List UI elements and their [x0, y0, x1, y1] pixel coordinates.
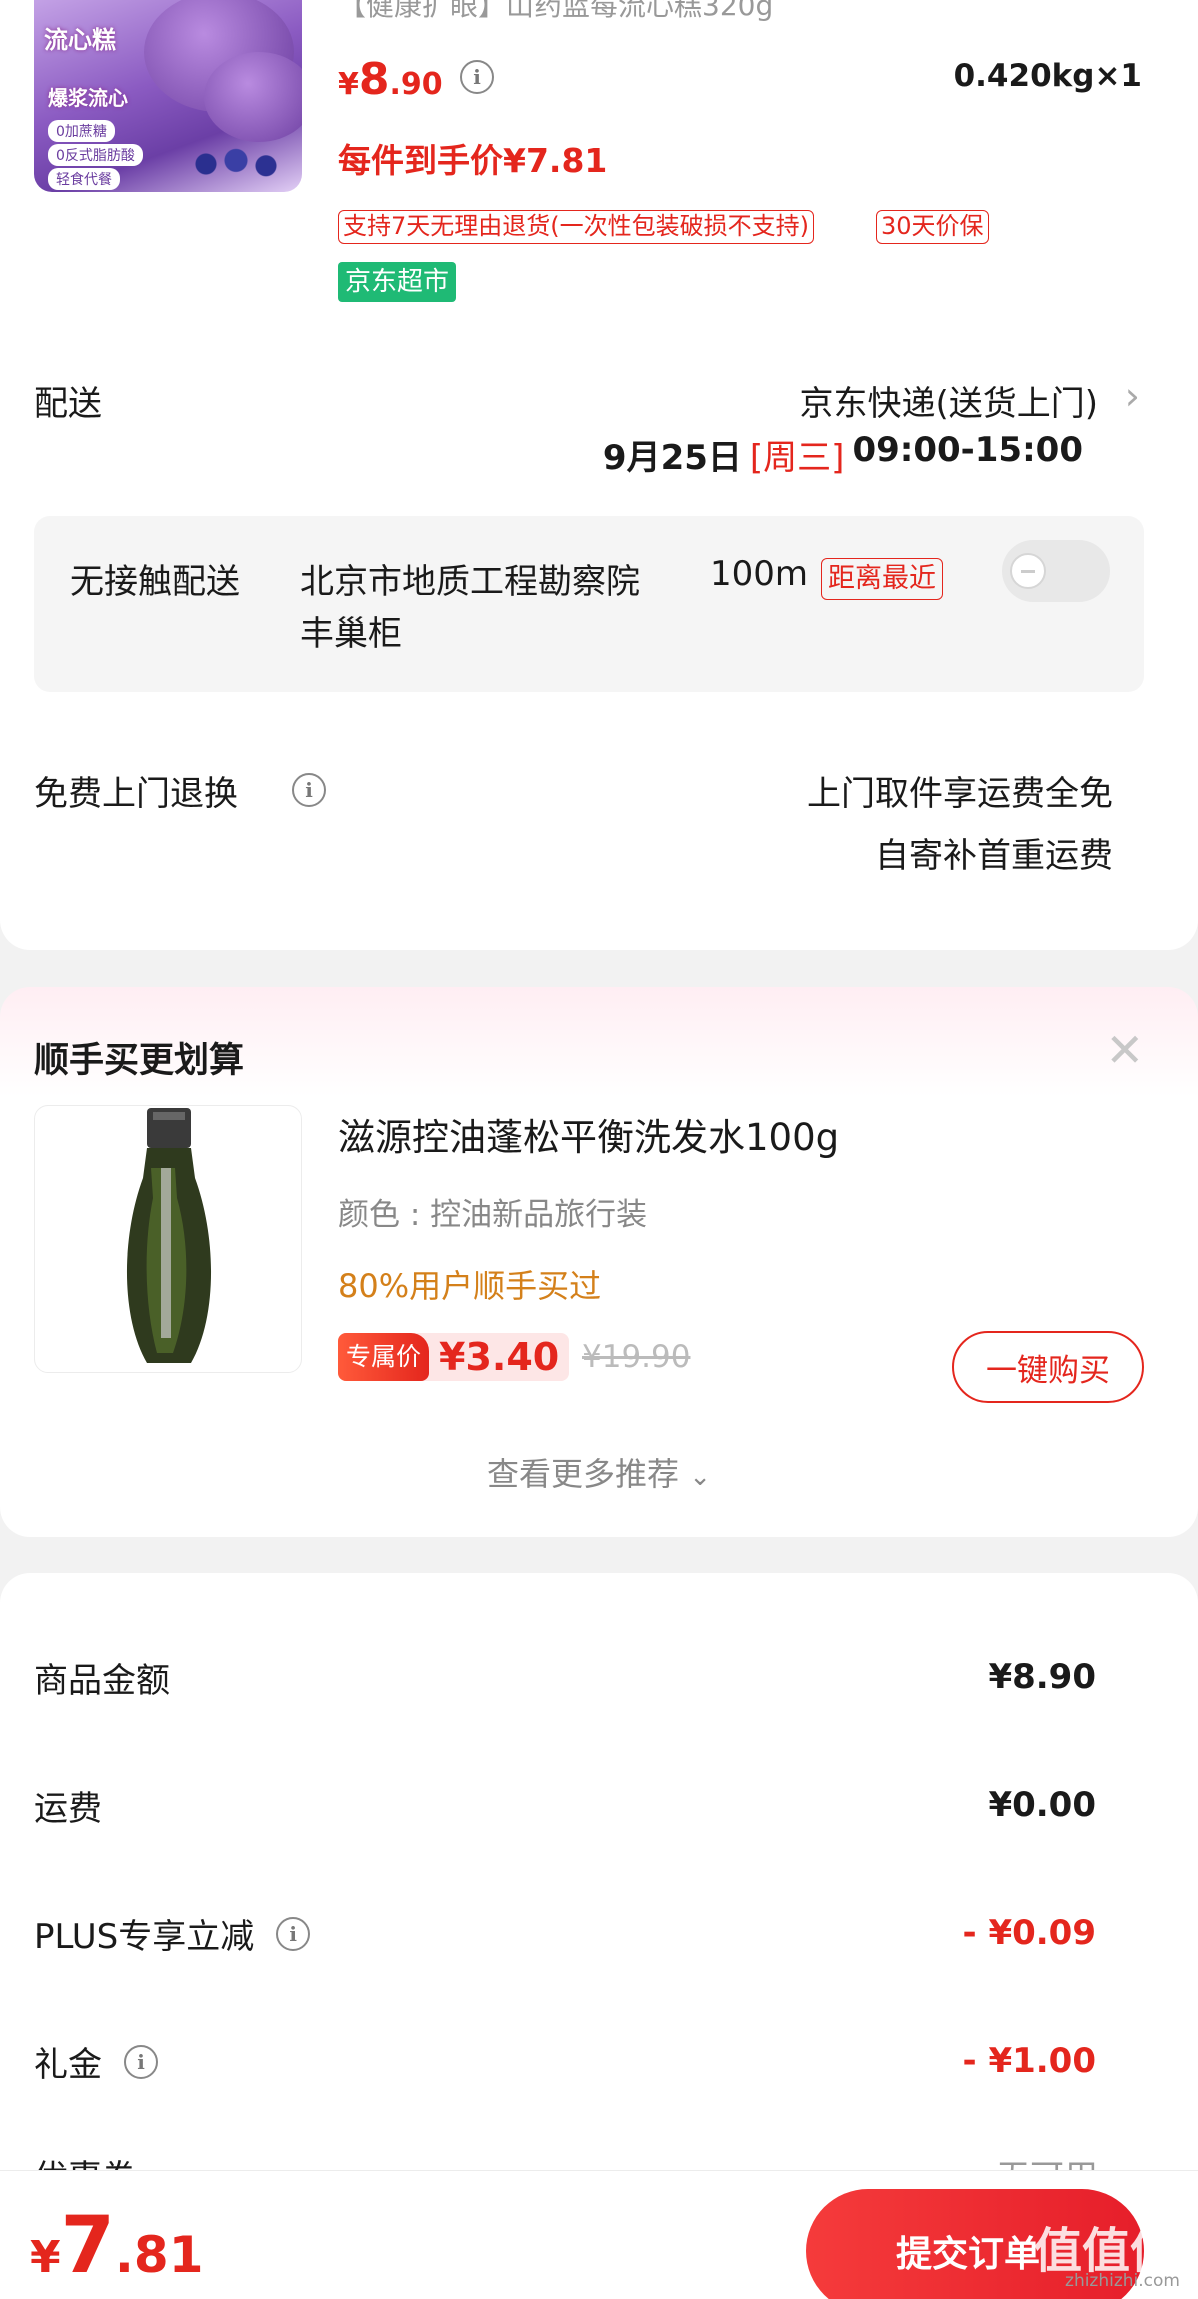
nearest-badge: 距离最近 — [821, 558, 943, 600]
toggle-knob — [1010, 553, 1046, 589]
order-total: ¥ 7 .81 — [30, 2201, 203, 2291]
locker-distance: 100m — [710, 554, 809, 594]
chevron-right-icon[interactable]: › — [1125, 374, 1140, 418]
delivery-weekday: [周三] — [749, 438, 845, 478]
gift-credit-label: 礼金 — [34, 2045, 102, 2085]
image-tag: 轻食代餐 — [48, 168, 120, 190]
contactless-label: 无接触配送 — [70, 562, 240, 602]
checkout-bar: ¥ 7 .81 提交订单 值值值 zhizhizhi.com — [0, 2170, 1198, 2299]
plus-discount-value: - ¥0.09 — [962, 1913, 1097, 1953]
product-title[interactable]: 【健康扩眼】山药蓝莓流心糕320g — [338, 0, 773, 24]
info-icon[interactable]: i — [292, 773, 326, 807]
summary-row-label: 商品金额 — [34, 1653, 170, 1702]
delivery-date: 9月25日 — [602, 438, 742, 478]
see-more-label: 查看更多推荐 — [487, 1455, 680, 1493]
delivery-window: 09:00-15:00 — [852, 430, 1083, 470]
contactless-toggle[interactable] — [1002, 540, 1110, 602]
contactless-delivery-panel: 无接触配送 北京市地质工程勘察院 100m 距离最近 丰巢柜 — [34, 516, 1144, 692]
total-integer: 7 — [60, 2201, 115, 2291]
delivery-time[interactable]: 9月25日 [周三] 09:00-15:00 — [603, 430, 1083, 479]
image-headline: 流心糕 — [44, 26, 116, 54]
delivery-method[interactable]: 京东快递(送货上门) — [799, 376, 1098, 425]
subtotal-label: 商品金额 — [34, 1661, 170, 1701]
addon-color-variant: 颜色 : 控油新品旅行装 — [338, 1197, 648, 1233]
price-protect-badge: 30天价保 — [876, 210, 989, 244]
addon-exclusive-price: 专属价 ¥3.40 — [338, 1333, 570, 1381]
plus-discount-label: PLUS专享立减 — [34, 1917, 255, 1957]
gift-credit-value: - ¥1.00 — [962, 2041, 1097, 2081]
one-click-buy-button[interactable]: 一键购买 — [952, 1331, 1144, 1403]
free-return-label: 免费上门退换 — [34, 774, 238, 814]
addon-social-proof: 80%用户顺手买过 — [338, 1267, 602, 1305]
image-tag: 0加蔗糖 — [48, 120, 115, 142]
delivery-label: 配送 — [34, 384, 102, 424]
product-image[interactable]: 流心糕 爆浆流心 0加蔗糖 0反式脂肪酸 轻食代餐 — [34, 0, 302, 192]
product-weight: 0.420kg×1 — [953, 58, 1142, 94]
image-subheadline: 爆浆流心 — [48, 86, 128, 110]
addon-price: ¥3.40 — [439, 1335, 560, 1379]
total-currency: ¥ — [30, 2232, 61, 2283]
exclusive-price-tag: 专属价 — [338, 1333, 430, 1381]
summary-row-label: 运费 — [34, 1781, 102, 1830]
return-pickup-text: 上门取件享运费全免 — [807, 774, 1113, 814]
store-badge: 京东超市 — [338, 262, 457, 302]
summary-row-label: PLUS专享立减 i — [34, 1909, 311, 1958]
final-price: 每件到手价¥7.81 — [338, 141, 608, 180]
product-price: ¥ 8 .90 — [338, 54, 443, 105]
cake-image — [204, 52, 302, 142]
subtotal-value: ¥8.90 — [988, 1657, 1096, 1697]
price-integer: 8 — [358, 54, 390, 105]
return-policy-badge: 支持7天无理由退货(一次性包装破损不支持) — [338, 210, 814, 244]
shampoo-bottle-image — [126, 1108, 212, 1363]
shipping-label: 运费 — [34, 1789, 102, 1829]
close-icon[interactable]: ✕ — [1105, 1023, 1144, 1077]
watermark-url: zhizhizhi.com — [1065, 2271, 1180, 2291]
addon-product-name[interactable]: 滋源控油蓬松平衡洗发水100g — [338, 1107, 839, 1161]
price-currency: ¥ — [338, 67, 359, 102]
summary-row-label: 礼金 i — [34, 2037, 158, 2086]
price-decimal: .90 — [389, 67, 443, 102]
addon-section-title: 顺手买更划算 — [34, 1041, 245, 1081]
addon-original-price: ¥19.90 — [582, 1339, 691, 1375]
info-icon[interactable]: i — [460, 60, 494, 94]
submit-order-label: 提交订单 — [896, 2234, 1041, 2275]
image-tag: 0反式脂肪酸 — [48, 144, 143, 166]
see-more-recommendations[interactable]: 查看更多推荐 ⌄ — [0, 1449, 1198, 1495]
total-decimal: .81 — [114, 2226, 204, 2284]
locker-location: 北京市地质工程勘察院 — [300, 562, 640, 602]
shipping-value: ¥0.00 — [988, 1785, 1096, 1825]
addon-product-image[interactable] — [34, 1105, 302, 1373]
locker-type: 丰巢柜 — [300, 614, 402, 654]
info-icon[interactable]: i — [276, 1916, 311, 1951]
addon-card: 顺手买更划算 ✕ 滋源控油蓬松平衡洗发水100g 颜色 : 控油新品旅行装 80… — [0, 987, 1198, 1537]
blueberry-image — [186, 146, 286, 182]
info-icon[interactable]: i — [124, 2044, 158, 2079]
product-card: 流心糕 爆浆流心 0加蔗糖 0反式脂肪酸 轻食代餐 【健康扩眼】山药蓝莓流心糕3… — [0, 0, 1198, 950]
return-self-ship-text: 自寄补首重运费 — [875, 836, 1113, 876]
chevron-down-icon: ⌄ — [689, 1462, 711, 1492]
